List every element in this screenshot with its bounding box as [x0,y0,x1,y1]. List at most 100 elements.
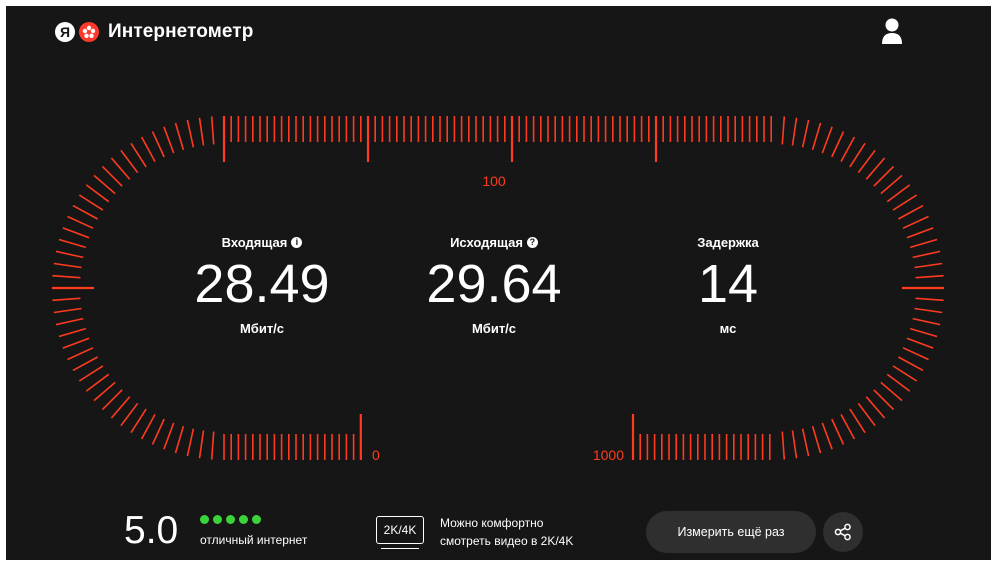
gauge-tick [781,116,786,145]
gauge-tick [58,238,87,249]
user-profile-button[interactable] [878,16,906,46]
gauge-tick [849,142,866,168]
gauge-tick [130,142,147,168]
gauge-tick [120,402,139,427]
download-value: 28.49 [194,254,330,314]
gauge-tick [791,117,798,146]
gauge-tick [72,204,98,220]
gauge-tick [198,117,205,146]
user-icon [882,18,902,44]
video-quality-text: Можно комфортно смотреть видео в 2K/4K [440,514,573,550]
gauge-tick [186,428,195,457]
gauge-tick [801,428,810,457]
info-icon[interactable]: i [291,236,303,248]
upload-value: 29.64 [426,254,562,314]
gauge-tick [151,418,165,445]
latency-metric: Задержка 14 мс [608,233,848,337]
gauge-tick [898,204,924,220]
upload-metric: Исходящая ? 29.64 Мбит/с [374,233,614,337]
gauge-tick [52,274,81,279]
download-label: Входящая [221,234,288,250]
gauge-tick [85,184,110,203]
latency-label-row: Задержка [608,233,848,251]
gauge-tick [865,157,886,180]
gauge-tick [210,431,215,460]
gauge-tick [892,194,918,211]
gauge-tick [101,165,123,187]
gauge-tick [906,227,934,239]
video-quality-badge: 2K/4K [376,516,424,544]
gauge-tick [857,402,876,427]
gauge-tick [55,250,84,259]
gauge-tick [163,422,175,450]
gauge-tick [892,365,918,382]
gauge-tick [151,131,165,158]
gauge-tick [93,174,116,195]
gauge-tick [880,174,903,195]
gauge-tick [93,381,116,402]
download-unit: Мбит/с [239,321,285,336]
gauge-tick [53,307,82,314]
gauge-tick [163,126,175,154]
gauge-tick [52,297,81,302]
gauge-tick [791,430,798,459]
gauge-tick [912,250,941,259]
rating-text: отличный интернет [200,533,308,547]
latency-value: 14 [697,254,759,314]
video-text-line2: смотреть видео в 2K/4K [440,534,574,548]
rating-dot [252,515,261,524]
gauge-tick [72,356,98,372]
download-metric: Входящая i 28.49 Мбит/с [142,233,382,337]
app-logo[interactable]: Я Интернетометр [55,19,253,45]
rating-dot [213,515,222,524]
rating-dot [200,515,209,524]
gauge-tick [210,116,215,145]
rating-dot [226,515,235,524]
upload-label-row: Исходящая ? [374,233,614,251]
gauge-tick [811,425,822,454]
gauge-tick [831,131,845,158]
gauge-tick [62,227,90,239]
gauge-tick [909,238,938,249]
gauge-tick [58,327,87,338]
gauge-tick [865,396,886,419]
gauge-tick [101,389,123,411]
gauge-scale-label: 1000 [593,447,624,463]
download-label-row: Входящая i [142,233,382,251]
gauge-tick [821,126,833,154]
gauge-tick [912,317,941,326]
share-button[interactable] [823,512,863,552]
tv-stand-icon [381,545,419,549]
gauge-tick [849,408,866,434]
rating-score: 5.0 [124,509,179,552]
gauge-tick [130,408,147,434]
gauge-tick [840,136,856,162]
yandex-logo-icon: Я [55,22,75,42]
gauge-tick [53,262,82,269]
gauge-scale-label: 0 [372,447,380,463]
gauge-tick [821,422,833,450]
gauge-tick [78,194,104,211]
gauge-tick [801,119,810,148]
help-icon[interactable]: ? [526,236,538,248]
gauge-tick [831,418,845,445]
share-icon [834,523,851,541]
gauge-tick [902,347,929,361]
gauge-tick [873,389,895,411]
gauge-tick [873,165,895,187]
app-title: Интернетометр [108,21,254,42]
retest-button[interactable]: Измерить ещё раз [646,511,816,553]
rating-dot [239,515,248,524]
gauge-tick [906,337,934,349]
gauge-tick [140,136,156,162]
gauge-tick [67,347,94,361]
gauge-scale-label: 100 [482,173,506,189]
upload-label: Исходящая [450,234,523,250]
speedtest-screen: 0 100 1000 Я Интернетометр Входящая i 28.4… [6,6,991,560]
gauge-tick [886,373,911,392]
gauge-tick [120,149,139,174]
gauge-tick [781,431,786,460]
gauge-tick [186,119,195,148]
gauge-tick [78,365,104,382]
flower-logo-icon [79,22,99,42]
